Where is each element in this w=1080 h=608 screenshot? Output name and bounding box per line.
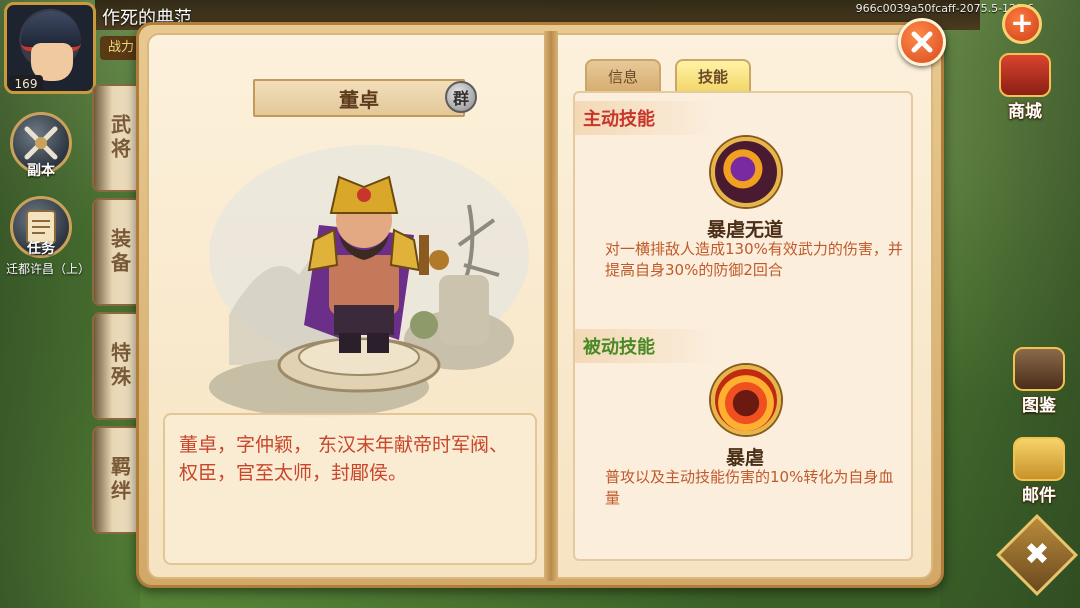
add-resource-button[interactable]: + xyxy=(1002,4,1042,44)
shop-label: 商城 xyxy=(1008,102,1042,122)
passive-skill-header: 被动技能 xyxy=(575,329,715,363)
gallery-button[interactable]: 图鉴 xyxy=(1004,346,1074,416)
passive-skill-name: 暴虐 xyxy=(725,447,764,469)
mail-label: 邮件 xyxy=(1022,486,1056,506)
gallery-label: 图鉴 xyxy=(1022,396,1056,416)
bell-tower-icon[interactable] xyxy=(711,137,781,207)
close-x-icon: ✖ xyxy=(1024,537,1050,572)
hero-detail-dialog: 董卓 群 董卓，字仲颖， 东汉末年献帝时军阀、权臣，官至太师，封郿侯。 信息 技… xyxy=(136,22,944,588)
faction-badge: 群 xyxy=(445,81,477,113)
hero-description: 董卓，字仲颖， 东汉末年献帝时军阀、权臣，官至太师，封郿侯。 xyxy=(179,434,509,484)
skills-panel: 主动技能 暴虐无道 对一横排敌人造成130%有效武力的伤害，并提高自身30%的防… xyxy=(573,91,913,561)
side-tab-equipment-label: 装备 xyxy=(107,228,132,276)
tab-info[interactable]: 信息 xyxy=(585,59,661,91)
hero-portrait xyxy=(209,145,529,417)
active-skill-description: 对一横排敌人造成130%有效武力的伤害，并提高自身30%的防御2回合 xyxy=(605,240,903,279)
hero-description-box: 董卓，字仲颖， 东汉末年献帝时军阀、权臣，官至太师，封郿侯。 xyxy=(163,413,537,565)
hero-name-plate: 董卓 xyxy=(253,79,465,117)
shop-button[interactable]: 商城 xyxy=(990,52,1060,122)
book-spine xyxy=(544,31,558,581)
passive-skill-description: 普攻以及主动技能伤害的10%转化为自身血量 xyxy=(605,468,894,507)
side-tab-bonds-label: 羁绊 xyxy=(107,456,132,504)
active-skill-name: 暴虐无道 xyxy=(706,219,783,241)
gallery-icon xyxy=(1013,347,1065,391)
side-tab-generals-label: 武将 xyxy=(107,114,132,162)
mail-icon xyxy=(1013,437,1065,481)
tab-skills[interactable]: 技能 xyxy=(675,59,751,91)
mail-button[interactable]: 邮件 xyxy=(1004,436,1074,506)
task-label: 任务 xyxy=(27,241,55,257)
active-skill-header: 主动技能 xyxy=(575,101,715,135)
hero-name: 董卓 xyxy=(339,87,379,112)
instance-label: 副本 xyxy=(27,163,55,179)
fire-silhouette-icon[interactable] xyxy=(711,365,781,435)
close-button[interactable] xyxy=(898,18,946,66)
player-avatar[interactable]: 169 xyxy=(4,2,96,94)
close-icon xyxy=(911,31,933,53)
shop-icon xyxy=(999,53,1051,97)
player-level: 169 xyxy=(9,75,43,91)
task-subtitle: 迁都许昌（上） xyxy=(5,262,90,276)
side-tab-special-label: 特殊 xyxy=(107,342,132,390)
